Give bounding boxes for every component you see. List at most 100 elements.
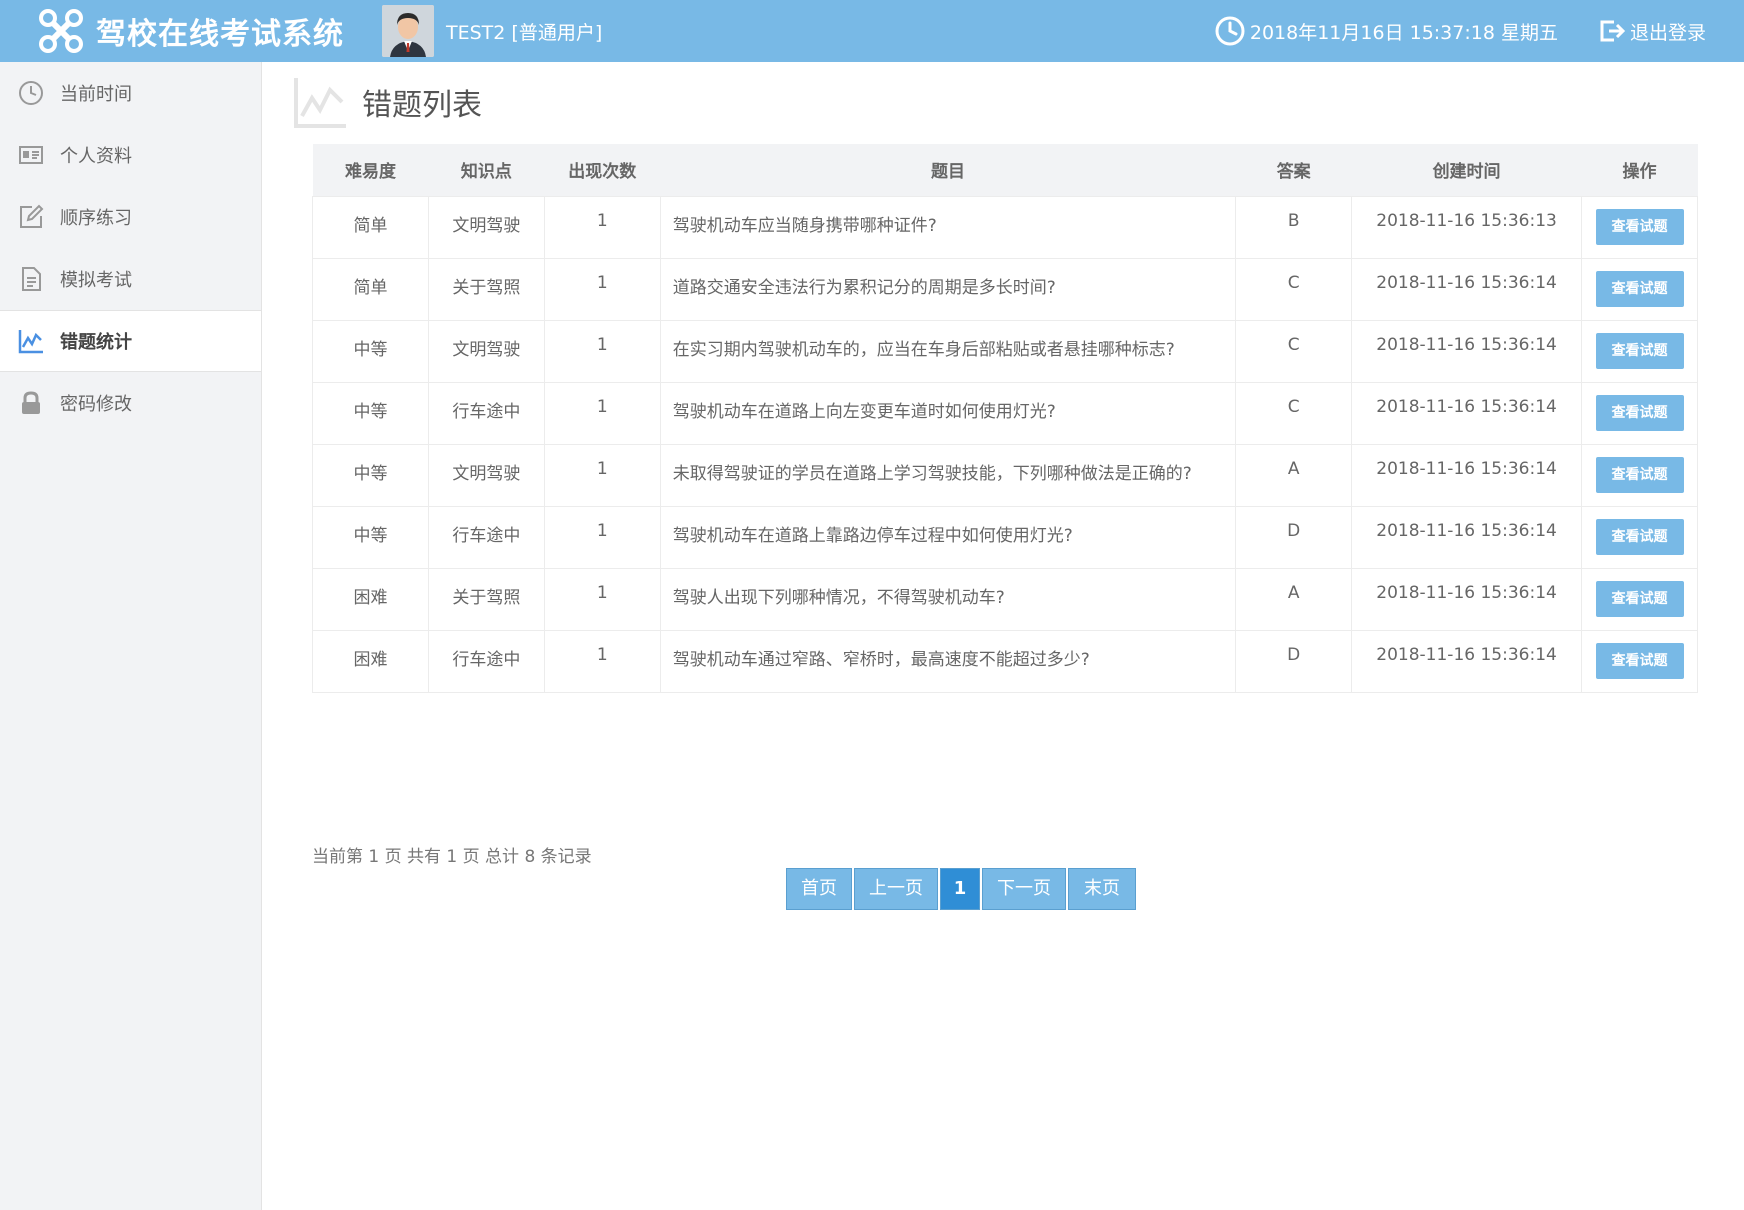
table-row: 简单 文明驾驶 1 驾驶机动车应当随身携带哪种证件? B 2018-11-16 … — [312, 195, 1698, 259]
view-question-button[interactable]: 查看试题 — [1595, 332, 1684, 369]
difficulty-cell: 中等 — [312, 319, 429, 383]
difficulty-cell: 困难 — [312, 629, 429, 693]
difficulty-cell: 简单 — [312, 195, 429, 259]
action-cell: 查看试题 — [1581, 443, 1698, 507]
chart-icon — [294, 78, 346, 128]
answer-cell: C — [1235, 319, 1353, 383]
header-datetime: 2018年11月16日 15:37:18 星期五 — [1214, 15, 1558, 47]
count-cell: 1 — [543, 381, 661, 445]
created-cell: 2018-11-16 15:36:14 — [1351, 629, 1582, 693]
chart-icon — [18, 330, 43, 354]
question-cell: 在实习期内驾驶机动车的，应当在车身后部粘贴或者悬挂哪种标志? — [659, 319, 1237, 383]
sidebar-item-label: 个人资料 — [60, 146, 132, 167]
view-question-button[interactable]: 查看试题 — [1595, 580, 1684, 617]
question-cell: 驾驶机动车应当随身携带哪种证件? — [659, 195, 1237, 259]
answer-cell: C — [1235, 257, 1353, 321]
view-question-button[interactable]: 查看试题 — [1595, 208, 1684, 245]
created-cell: 2018-11-16 15:36:13 — [1351, 195, 1582, 259]
count-cell: 1 — [543, 567, 661, 631]
created-cell: 2018-11-16 15:36:14 — [1351, 443, 1582, 507]
sidebar-item-error-stats[interactable]: 错题统计 — [0, 310, 261, 372]
action-cell: 查看试题 — [1581, 381, 1698, 445]
pagination-info: 当前第 1 页 共有 1 页 总计 8 条记录 — [312, 847, 592, 867]
count-cell: 1 — [543, 505, 661, 569]
logo-icon — [39, 9, 83, 53]
sidebar-item-label: 顺序练习 — [60, 208, 132, 229]
last-page-button[interactable]: 末页 — [1068, 868, 1136, 910]
count-cell: 1 — [543, 629, 661, 693]
user-name: TEST2 [普通用户] — [446, 21, 603, 44]
view-question-button[interactable]: 查看试题 — [1595, 394, 1684, 431]
question-cell: 驾驶机动车在道路上靠路边停车过程中如何使用灯光? — [659, 505, 1237, 569]
difficulty-cell: 中等 — [312, 381, 429, 445]
page-title-text: 错题列表 — [362, 88, 482, 123]
id-card-icon — [19, 146, 43, 164]
view-question-button[interactable]: 查看试题 — [1595, 456, 1684, 493]
topic-cell: 行车途中 — [427, 629, 545, 693]
topic-cell: 文明驾驶 — [427, 319, 545, 383]
logout-button[interactable]: 退出登录 — [1596, 16, 1706, 46]
created-cell: 2018-11-16 15:36:14 — [1351, 505, 1582, 569]
prev-page-button[interactable]: 上一页 — [854, 868, 938, 910]
error-table: 难易度 知识点 出现次数 题目 答案 创建时间 操作 简单 文明驾驶 1 驾驶机… — [312, 144, 1698, 693]
difficulty-cell: 中等 — [312, 505, 429, 569]
answer-cell: A — [1235, 567, 1353, 631]
difficulty-cell: 中等 — [312, 443, 429, 507]
pagination: 首页 上一页 1 下一页 末页 — [786, 868, 1138, 910]
logout-icon — [1600, 20, 1626, 42]
sidebar-item-label: 模拟考试 — [60, 270, 132, 291]
sidebar-item-profile[interactable]: 个人资料 — [0, 124, 261, 186]
view-question-button[interactable]: 查看试题 — [1595, 270, 1684, 307]
top-header: 驾校在线考试系统 TEST2 [普通用户] 2018年11月16日 15:37:… — [0, 0, 1744, 62]
sidebar-item-mock-exam[interactable]: 模拟考试 — [0, 248, 261, 310]
column-header: 答案 — [1235, 144, 1352, 196]
table-row: 中等 行车途中 1 驾驶机动车在道路上向左变更车道时如何使用灯光? C 2018… — [312, 381, 1698, 445]
action-cell: 查看试题 — [1581, 319, 1698, 383]
action-cell: 查看试题 — [1581, 629, 1698, 693]
answer-cell: D — [1235, 505, 1353, 569]
current-page-button[interactable]: 1 — [940, 868, 980, 910]
created-cell: 2018-11-16 15:36:14 — [1351, 381, 1582, 445]
sidebar-item-current-time[interactable]: 当前时间 — [0, 62, 261, 124]
question-cell: 未取得驾驶证的学员在道路上学习驾驶技能，下列哪种做法是正确的? — [659, 443, 1237, 507]
count-cell: 1 — [543, 319, 661, 383]
main-content: 错题列表 难易度 知识点 出现次数 题目 答案 创建时间 操作 简单 文明驾驶 … — [262, 62, 1744, 1210]
question-cell: 驾驶机动车在道路上向左变更车道时如何使用灯光? — [659, 381, 1237, 445]
count-cell: 1 — [543, 443, 661, 507]
lock-icon — [22, 391, 40, 414]
avatar — [382, 5, 434, 57]
view-question-button[interactable]: 查看试题 — [1595, 642, 1684, 679]
created-cell: 2018-11-16 15:36:14 — [1351, 567, 1582, 631]
first-page-button[interactable]: 首页 — [786, 868, 852, 910]
difficulty-cell: 困难 — [312, 567, 429, 631]
action-cell: 查看试题 — [1581, 257, 1698, 321]
answer-cell: B — [1235, 195, 1353, 259]
table-row: 困难 行车途中 1 驾驶机动车通过窄路、窄桥时，最高速度不能超过多少? D 20… — [312, 629, 1698, 693]
question-cell: 道路交通安全违法行为累积记分的周期是多长时间? — [659, 257, 1237, 321]
sidebar-item-change-password[interactable]: 密码修改 — [0, 372, 261, 434]
column-header: 操作 — [1581, 144, 1698, 196]
next-page-button[interactable]: 下一页 — [982, 868, 1066, 910]
document-icon — [22, 267, 41, 291]
topic-cell: 关于驾照 — [427, 567, 545, 631]
topic-cell: 关于驾照 — [427, 257, 545, 321]
count-cell: 1 — [543, 257, 661, 321]
created-cell: 2018-11-16 15:36:14 — [1351, 319, 1582, 383]
action-cell: 查看试题 — [1581, 195, 1698, 259]
column-header: 题目 — [660, 144, 1236, 196]
topic-cell: 文明驾驶 — [427, 443, 545, 507]
clock-icon — [1215, 16, 1245, 46]
table-row: 简单 关于驾照 1 道路交通安全违法行为累积记分的周期是多长时间? C 2018… — [312, 257, 1698, 321]
sidebar-item-label: 当前时间 — [60, 84, 132, 105]
table-row: 中等 行车途中 1 驾驶机动车在道路上靠路边停车过程中如何使用灯光? D 201… — [312, 505, 1698, 569]
app-title: 驾校在线考试系统 — [96, 17, 344, 52]
created-cell: 2018-11-16 15:36:14 — [1351, 257, 1582, 321]
view-question-button[interactable]: 查看试题 — [1595, 518, 1684, 555]
sidebar-item-label: 错题统计 — [60, 332, 132, 353]
column-header: 知识点 — [428, 144, 545, 196]
clock-icon — [19, 81, 43, 105]
sidebar-item-practice[interactable]: 顺序练习 — [0, 186, 261, 248]
column-header: 出现次数 — [544, 144, 661, 196]
topic-cell: 行车途中 — [427, 505, 545, 569]
page-title: 错题列表 — [292, 74, 482, 130]
